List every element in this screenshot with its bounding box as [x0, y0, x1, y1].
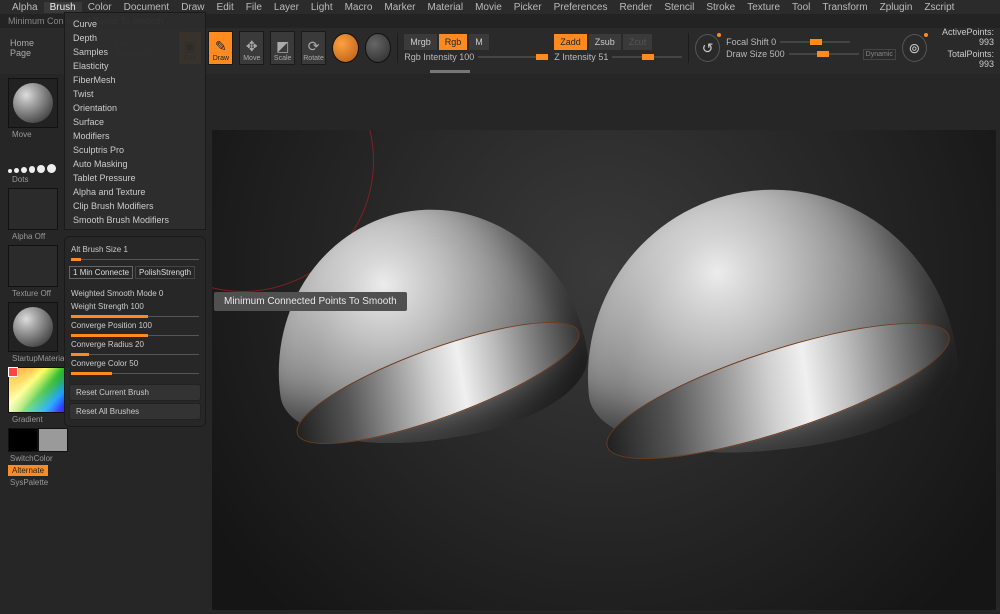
mesh-dome-left[interactable]	[272, 210, 582, 440]
menu-material[interactable]: Material	[422, 2, 470, 13]
brush-menu-item-smooth-brush-modifiers[interactable]: Smooth Brush Modifiers	[65, 213, 205, 227]
scale-mode-button[interactable]: ◩Scale	[270, 31, 295, 65]
menu-alpha[interactable]: Alpha	[6, 2, 44, 13]
stroke-gyro[interactable]: ↺	[695, 34, 720, 62]
menu-edit[interactable]: Edit	[211, 2, 240, 13]
zcut-button[interactable]: Zcut	[623, 34, 653, 50]
brush-menu-item-tablet-pressure[interactable]: Tablet Pressure	[65, 171, 205, 185]
m-button[interactable]: M	[469, 34, 489, 50]
tooltip: Minimum Connected Points To Smooth	[214, 292, 407, 311]
frame-button[interactable]	[365, 33, 392, 63]
brush-menu-item-auto-masking[interactable]: Auto Masking	[65, 157, 205, 171]
brush-menu-item-depth[interactable]: Depth	[65, 31, 205, 45]
menu-texture[interactable]: Texture	[741, 2, 786, 13]
rgb-button[interactable]: Rgb	[439, 34, 468, 50]
brush-menu-item-curve[interactable]: Curve	[65, 17, 205, 31]
z-intensity-slider[interactable]: Z Intensity 51	[554, 52, 682, 62]
brush-menu-item-fibermesh[interactable]: FiberMesh	[65, 73, 205, 87]
converge-color-slider[interactable]: Converge Color 50	[69, 357, 201, 370]
menu-picker[interactable]: Picker	[508, 2, 548, 13]
menu-macro[interactable]: Macro	[339, 2, 379, 13]
home-page-link[interactable]: Home Page	[6, 38, 56, 58]
draw-size-slider[interactable]: Draw Size 500 Dynamic	[726, 49, 896, 60]
viewport[interactable]	[212, 130, 996, 610]
brush-menu: CurveDepthSamplesElasticityFiberMeshTwis…	[64, 12, 206, 230]
menu-zscript[interactable]: Zscript	[918, 2, 960, 13]
menu-preferences[interactable]: Preferences	[548, 2, 614, 13]
dynamic-toggle[interactable]: Dynamic	[863, 49, 896, 60]
rotate-mode-button[interactable]: ⟳Rotate	[301, 31, 326, 65]
mrgb-button[interactable]: Mrgb	[404, 34, 437, 50]
brush-menu-item-twist[interactable]: Twist	[65, 87, 205, 101]
focal-shift-slider[interactable]: Focal Shift 0	[726, 37, 896, 47]
move-mode-button[interactable]: ✥Move	[239, 31, 264, 65]
reset-current-brush-button[interactable]: Reset Current Brush	[69, 384, 201, 401]
zsub-button[interactable]: Zsub	[589, 34, 621, 50]
reset-all-brushes-button[interactable]: Reset All Brushes	[69, 403, 201, 420]
menu-stroke[interactable]: Stroke	[700, 2, 741, 13]
brush-thumbnail[interactable]	[8, 78, 58, 128]
scale-icon: ◩	[276, 39, 289, 53]
menu-document[interactable]: Document	[118, 2, 176, 13]
gizmo-button[interactable]	[332, 33, 359, 63]
move-icon: ✥	[246, 39, 258, 53]
menu-brush[interactable]: Brush	[44, 2, 82, 13]
brush-menu-item-elasticity[interactable]: Elasticity	[65, 59, 205, 73]
mesh-dome-right[interactable]	[582, 190, 952, 450]
polycount: ActivePoints: 993 TotalPoints: 993	[933, 27, 994, 69]
alt-brush-size-slider[interactable]: Alt Brush Size 1	[69, 243, 201, 256]
brush-menu-item-orientation[interactable]: Orientation	[65, 101, 205, 115]
stroke-thumbnail[interactable]	[8, 145, 56, 173]
menu-layer[interactable]: Layer	[268, 2, 305, 13]
draw-icon: ✎	[215, 39, 227, 53]
syspalette-button[interactable]: SysPalette	[10, 478, 200, 487]
converge-radius-slider[interactable]: Converge Radius 20	[69, 338, 201, 351]
rgb-intensity-slider[interactable]: Rgb Intensity 100	[404, 52, 548, 62]
menu-movie[interactable]: Movie	[469, 2, 508, 13]
texture-thumbnail[interactable]	[8, 245, 58, 287]
divider	[688, 33, 689, 63]
min-connected-input[interactable]: 1 Min Connecte	[69, 266, 133, 279]
converge-position-slider[interactable]: Converge Position 100	[69, 319, 201, 332]
weight-strength-slider[interactable]: Weight Strength 100	[69, 300, 201, 313]
menu-stencil[interactable]: Stencil	[658, 2, 700, 13]
brush-menu-item-sculptris-pro[interactable]: Sculptris Pro	[65, 143, 205, 157]
brush-menu-item-surface[interactable]: Surface	[65, 115, 205, 129]
menu-color[interactable]: Color	[82, 2, 118, 13]
brush-menu-item-modifiers[interactable]: Modifiers	[65, 129, 205, 143]
menu-zplugin[interactable]: Zplugin	[874, 2, 919, 13]
zadd-button[interactable]: Zadd	[554, 34, 587, 50]
weighted-smooth-mode-slider[interactable]: Weighted Smooth Mode 0	[69, 287, 201, 300]
material-thumbnail[interactable]	[8, 302, 58, 352]
menu-marker[interactable]: Marker	[378, 2, 421, 13]
total-points: TotalPoints: 993	[933, 49, 994, 69]
draw-mode-button[interactable]: ✎Draw	[208, 31, 233, 65]
brush-menu-item-clip-brush-modifiers[interactable]: Clip Brush Modifiers	[65, 199, 205, 213]
active-points: ActivePoints: 993	[933, 27, 994, 47]
menu-transform[interactable]: Transform	[816, 2, 873, 13]
menu-light[interactable]: Light	[305, 2, 339, 13]
menu-render[interactable]: Render	[614, 2, 659, 13]
divider	[397, 33, 398, 63]
menu-tool[interactable]: Tool	[786, 2, 816, 13]
rotate-icon: ⟳	[308, 39, 320, 53]
size-gyro[interactable]: ⊚	[902, 34, 927, 62]
switch-color-button[interactable]: SwitchColor	[10, 454, 200, 463]
swatch-main[interactable]	[8, 428, 38, 452]
brush-menu-item-alpha-and-texture[interactable]: Alpha and Texture	[65, 185, 205, 199]
alternate-button[interactable]: Alternate	[8, 465, 48, 476]
polish-strength-input[interactable]: PolishStrength	[135, 266, 195, 279]
color-picker[interactable]	[8, 367, 70, 413]
smooth-brush-modifiers-panel: Alt Brush Size 1 1 Min Connecte PolishSt…	[64, 236, 206, 427]
menu-draw[interactable]: Draw	[175, 2, 210, 13]
swatch-secondary[interactable]	[38, 428, 68, 452]
alpha-thumbnail[interactable]	[8, 188, 58, 230]
menu-file[interactable]: File	[240, 2, 268, 13]
brush-menu-item-samples[interactable]: Samples	[65, 45, 205, 59]
